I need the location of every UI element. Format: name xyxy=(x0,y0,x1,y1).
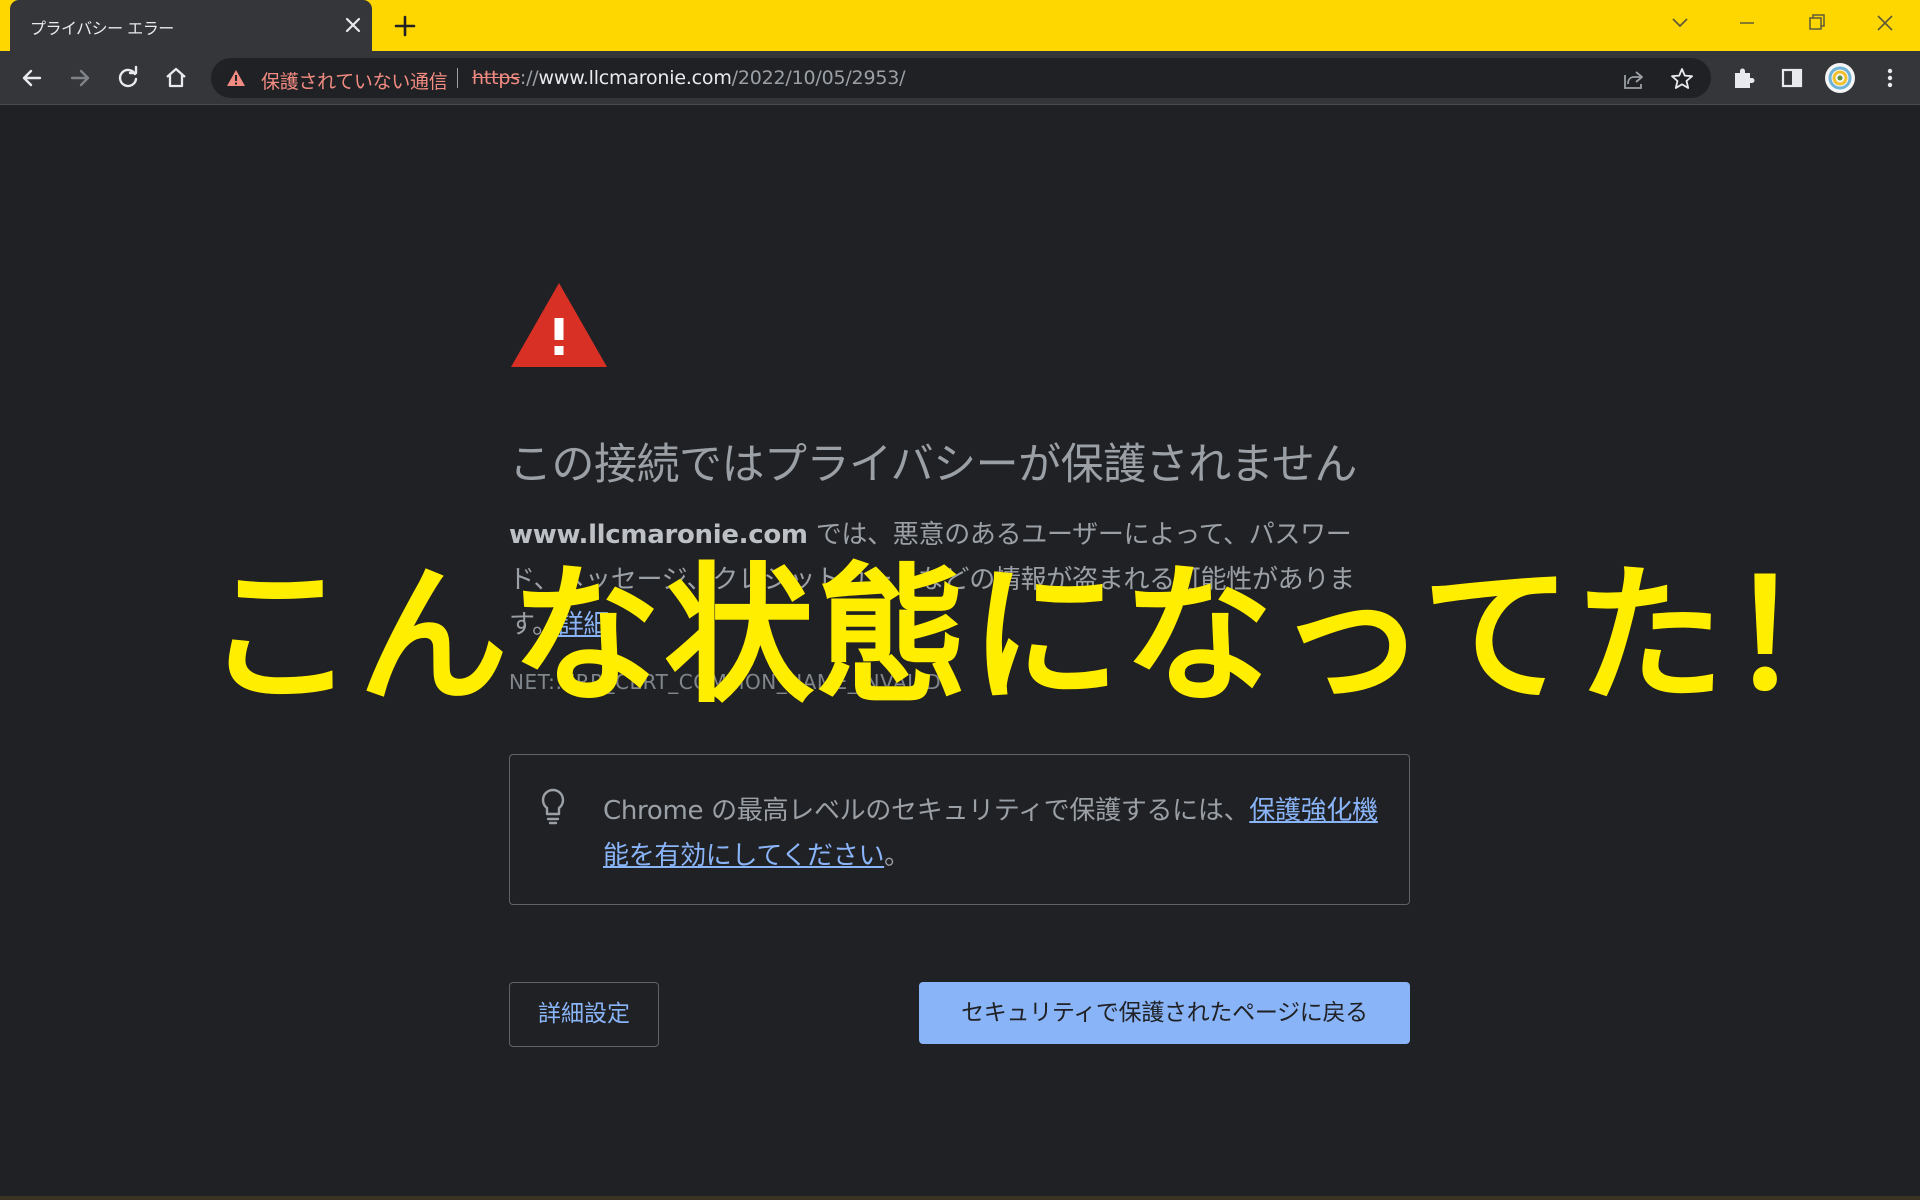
promo-text: Chrome の最高レベルのセキュリティで保護するには、保護強化機能を有効にして… xyxy=(603,789,1393,879)
advanced-button[interactable]: 詳細設定 xyxy=(509,982,659,1047)
lightbulb-icon xyxy=(541,788,565,825)
bookmark-star-icon[interactable] xyxy=(1669,66,1695,92)
forward-arrow-icon[interactable] xyxy=(66,64,94,92)
profile-avatar-icon[interactable] xyxy=(1824,62,1856,94)
overlay-caption: こんな状態になってた！ xyxy=(205,550,1881,724)
back-to-safety-button[interactable]: セキュリティで保護されたページに戻る xyxy=(919,982,1410,1044)
home-icon[interactable] xyxy=(162,64,190,92)
url-text[interactable]: https://www.llcmaronie.com/2022/10/05/29… xyxy=(472,67,906,89)
restore-icon[interactable] xyxy=(1801,10,1831,36)
promo-end: 。 xyxy=(884,841,910,871)
site-domain: www.llcmaronie.com xyxy=(509,520,808,550)
warning-icon[interactable] xyxy=(226,69,246,87)
plus-icon[interactable] xyxy=(392,13,418,39)
chevron-down-icon[interactable] xyxy=(1665,10,1695,36)
browser-toolbar: 保護されていない通信 https://www.llcmaronie.com/20… xyxy=(0,51,1920,105)
omnibox-divider xyxy=(457,68,458,88)
url-host: www.llcmaronie.com xyxy=(538,67,732,89)
extensions-puzzle-icon[interactable] xyxy=(1730,64,1758,92)
promo-body: Chrome の最高レベルのセキュリティで保護するには、 xyxy=(603,796,1250,826)
window-close-icon[interactable] xyxy=(1870,10,1900,36)
back-arrow-icon[interactable] xyxy=(18,64,46,92)
reload-icon[interactable] xyxy=(114,64,142,92)
alert-triangle-icon xyxy=(511,283,607,367)
page-heading: この接続ではプライバシーが保護されません xyxy=(509,440,1357,490)
bottom-border xyxy=(0,1196,1920,1200)
more-menu-icon[interactable] xyxy=(1876,64,1904,92)
url-path: /2022/10/05/2953/ xyxy=(731,67,906,89)
url-separator: :// xyxy=(519,67,539,89)
tab-title: プライバシー エラー xyxy=(30,19,174,38)
close-icon[interactable] xyxy=(342,14,364,36)
security-status-label[interactable]: 保護されていない通信 xyxy=(261,67,448,94)
tab-privacy-error[interactable]: プライバシー エラー xyxy=(10,0,372,51)
minimize-icon[interactable] xyxy=(1732,10,1762,36)
tab-strip: プライバシー エラー xyxy=(0,0,1920,51)
side-panel-icon[interactable] xyxy=(1778,64,1806,92)
address-bar[interactable]: 保護されていない通信 https://www.llcmaronie.com/20… xyxy=(211,58,1711,98)
url-scheme: https xyxy=(472,67,520,89)
share-icon[interactable] xyxy=(1621,66,1647,92)
enhanced-protection-promo: Chrome の最高レベルのセキュリティで保護するには、保護強化機能を有効にして… xyxy=(509,754,1410,905)
